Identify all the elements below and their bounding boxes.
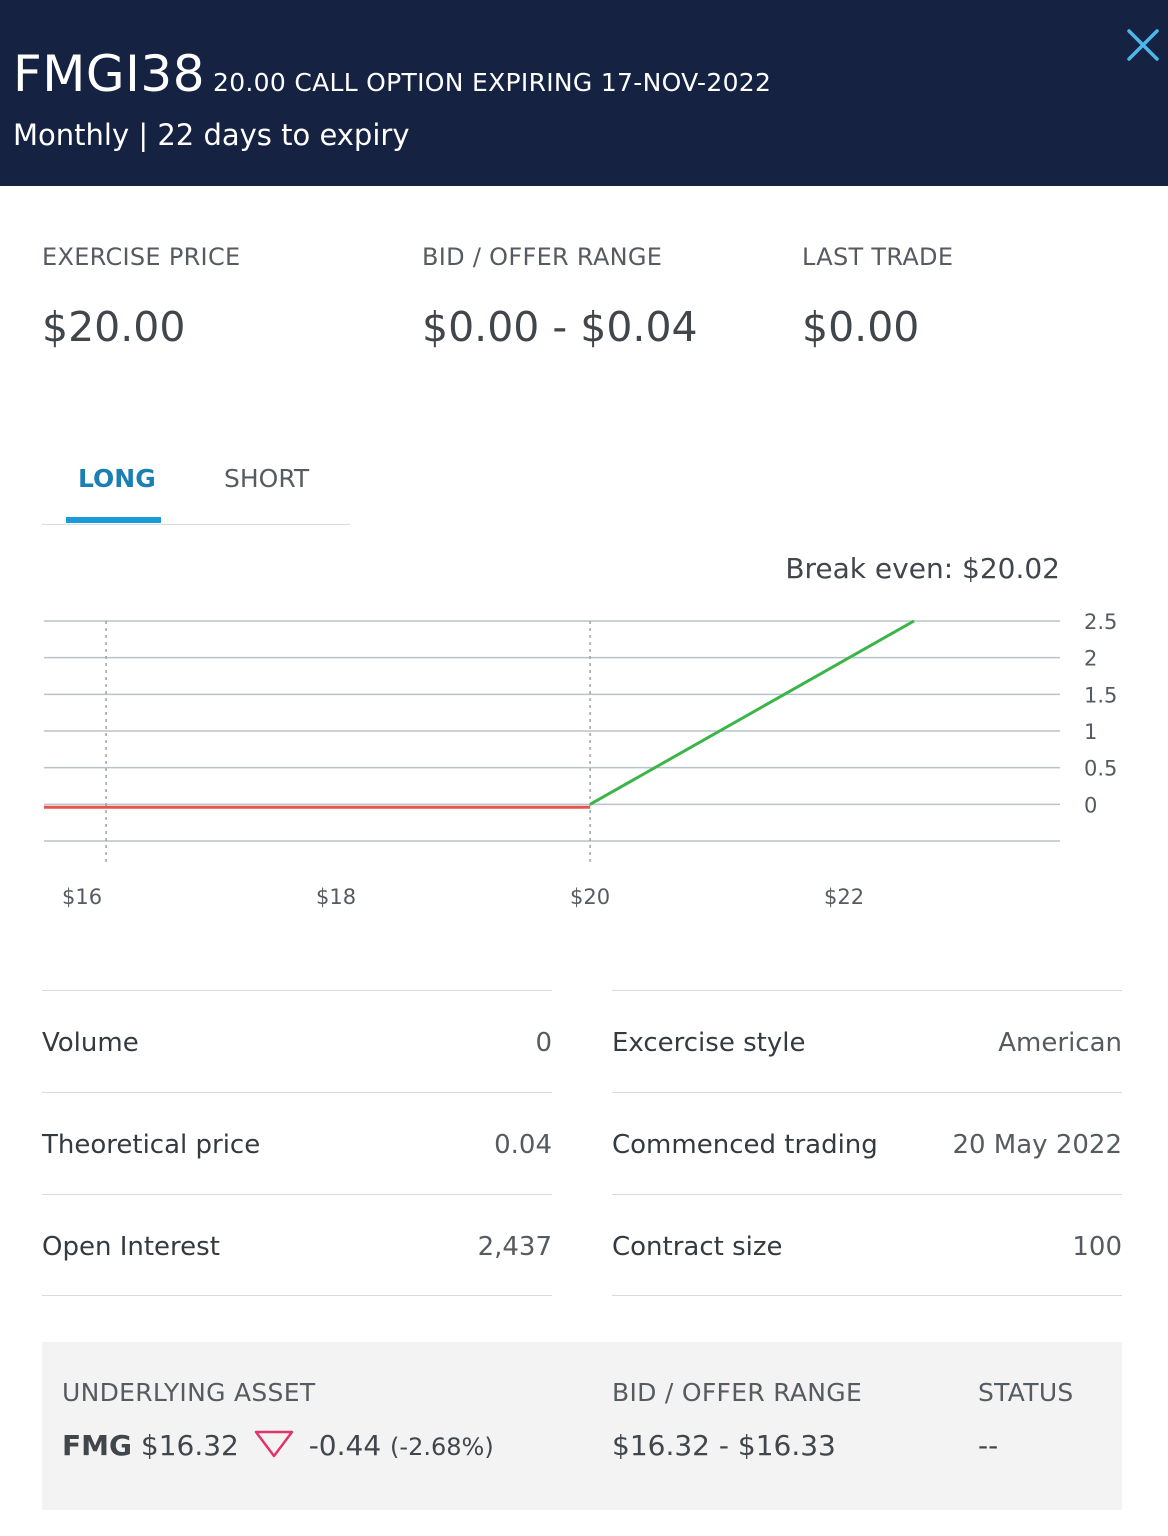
underlying-change-pct: (-2.68%) bbox=[390, 1433, 494, 1461]
stat-label: EXERCISE PRICE bbox=[42, 243, 241, 271]
details-left: Volume 0 Theoretical price 0.04 Open Int… bbox=[42, 990, 552, 1296]
option-header: FMGI38 20.00 CALL OPTION EXPIRING 17-NOV… bbox=[0, 0, 1168, 186]
underlying-change: -0.44 bbox=[308, 1429, 382, 1462]
underlying-asset-panel: UNDERLYING ASSET FMG $16.32 -0.44 (-2.68… bbox=[42, 1342, 1122, 1510]
stat-label: BID / OFFER RANGE bbox=[422, 243, 663, 271]
position-tabs: LONG SHORT bbox=[42, 450, 350, 525]
detail-key: Contract size bbox=[612, 1232, 783, 1262]
detail-row: Excercise style American bbox=[612, 990, 1122, 1092]
y-tick-label: 1.5 bbox=[1084, 683, 1117, 707]
underlying-price: $16.32 bbox=[140, 1429, 239, 1462]
detail-row: Volume 0 bbox=[42, 990, 552, 1092]
details-right: Excercise style American Commenced tradi… bbox=[612, 990, 1122, 1296]
option-expiry-info: Monthly | 22 days to expiry bbox=[13, 118, 410, 152]
y-tick-label: 2 bbox=[1084, 647, 1097, 671]
y-tick-label: 1 bbox=[1084, 720, 1097, 744]
y-tick-label: 0 bbox=[1084, 793, 1097, 817]
payoff-profit-line bbox=[589, 619, 915, 806]
detail-key: Volume bbox=[42, 1028, 139, 1058]
triangle-down-icon bbox=[254, 1430, 294, 1458]
underlying-status: -- bbox=[978, 1429, 999, 1462]
break-even-label: Break even: $20.02 bbox=[785, 552, 1060, 585]
tab-short[interactable]: SHORT bbox=[224, 464, 309, 494]
payoff-chart: 2.5 2 1.5 1 0.5 0 $16 $18 $20 $22 bbox=[44, 610, 1117, 909]
detail-row: Open Interest 2,437 bbox=[42, 1194, 552, 1296]
underlying-code[interactable]: FMG bbox=[62, 1429, 132, 1462]
detail-key: Excercise style bbox=[612, 1028, 806, 1058]
last-trade-stat: LAST TRADE $0.00 bbox=[802, 242, 953, 350]
exercise-price-stat: EXERCISE PRICE $20.00 bbox=[42, 242, 240, 350]
stat-value: $20.00 bbox=[42, 303, 186, 351]
underlying-status-label: STATUS bbox=[978, 1378, 1074, 1407]
detail-key: Open Interest bbox=[42, 1232, 220, 1262]
x-tick-label: $18 bbox=[316, 885, 356, 909]
underlying-quote: FMG $16.32 -0.44 (-2.68%) bbox=[62, 1428, 494, 1465]
detail-value: 0.04 bbox=[494, 1130, 552, 1160]
detail-value: 2,437 bbox=[477, 1232, 552, 1262]
active-tab-indicator bbox=[66, 517, 161, 523]
detail-key: Commenced trading bbox=[612, 1130, 878, 1160]
y-tick-label: 2.5 bbox=[1084, 610, 1117, 634]
stat-value: $0.00 - $0.04 bbox=[422, 303, 698, 351]
x-tick-label: $22 bbox=[824, 885, 864, 909]
x-tick-label: $20 bbox=[570, 885, 610, 909]
x-tick-label: $16 bbox=[62, 885, 102, 909]
y-tick-label: 0.5 bbox=[1084, 757, 1117, 781]
stat-label: LAST TRADE bbox=[802, 243, 954, 271]
detail-row: Theoretical price 0.04 bbox=[42, 1092, 552, 1194]
stat-value: $0.00 bbox=[802, 303, 920, 351]
detail-row: Contract size 100 bbox=[612, 1194, 1122, 1296]
detail-value: 20 May 2022 bbox=[952, 1130, 1122, 1160]
detail-row: Commenced trading 20 May 2022 bbox=[612, 1092, 1122, 1194]
detail-value: 100 bbox=[1072, 1232, 1122, 1262]
option-description: 20.00 CALL OPTION EXPIRING 17-NOV-2022 bbox=[213, 68, 772, 97]
detail-key: Theoretical price bbox=[42, 1130, 261, 1160]
detail-value: 0 bbox=[535, 1028, 552, 1058]
tab-long[interactable]: LONG bbox=[78, 464, 156, 494]
detail-value: American bbox=[998, 1028, 1122, 1058]
underlying-asset-label: UNDERLYING ASSET bbox=[62, 1378, 316, 1407]
bid-offer-stat: BID / OFFER RANGE $0.00 - $0.04 bbox=[422, 242, 698, 350]
underlying-range-label: BID / OFFER RANGE bbox=[612, 1378, 863, 1407]
option-symbol: FMGI38 bbox=[13, 45, 206, 103]
underlying-range: $16.32 - $16.33 bbox=[612, 1429, 836, 1462]
close-icon[interactable] bbox=[1124, 26, 1162, 64]
